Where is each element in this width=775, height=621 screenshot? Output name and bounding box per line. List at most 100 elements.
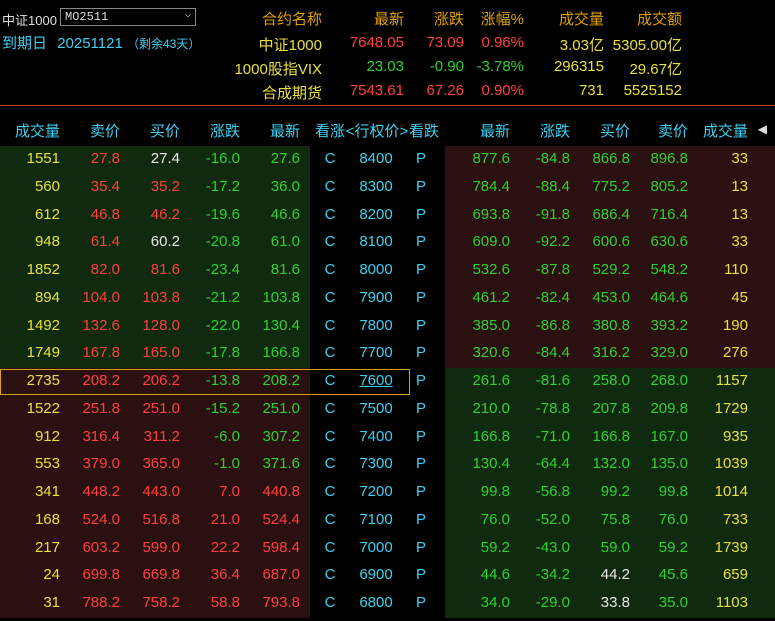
call-marker[interactable]: C [315, 178, 345, 195]
col-put-last[interactable]: 最新 [468, 120, 510, 141]
put-last: 130.4 [472, 455, 510, 473]
put-bid: 600.6 [592, 233, 630, 251]
put-marker[interactable]: P [406, 150, 436, 167]
call-marker[interactable]: C [315, 400, 345, 417]
put-marker[interactable]: P [406, 483, 436, 500]
strike-price[interactable]: 7000 [346, 539, 406, 556]
col-call-last[interactable]: 最新 [258, 120, 300, 141]
put-marker[interactable]: P [406, 317, 436, 334]
triangle-left-icon[interactable]: ◀ [758, 122, 767, 136]
strike-price[interactable]: 6900 [346, 566, 406, 583]
call-bid: 103.8 [142, 288, 180, 306]
put-marker[interactable]: P [406, 344, 436, 361]
table-row[interactable]: 1492 132.6 128.0 -22.0 130.4 385.0 -86.8 380.8 3… [0, 312, 775, 341]
strike-price[interactable]: 7400 [346, 428, 406, 445]
table-row[interactable]: 948 61.4 60.2 -20.8 61.0 609.0 -92.2 600.6 630.6… [0, 229, 775, 257]
table-row[interactable]: 1852 82.0 81.6 -23.4 81.6 532.6 -87.8 529.2 548.… [0, 257, 775, 285]
put-marker[interactable]: P [406, 261, 436, 278]
put-marker[interactable]: P [406, 372, 436, 389]
put-chg: -92.2 [535, 233, 570, 251]
col-call-chg[interactable]: 涨跌 [198, 120, 240, 141]
index-amt: 5525152 [623, 82, 682, 99]
call-chg: -19.6 [205, 205, 240, 223]
put-last: 784.4 [472, 177, 510, 195]
call-marker[interactable]: C [315, 206, 345, 223]
table-row[interactable]: 168 524.0 516.8 21.0 524.4 76.0 -52.0 75.8 76.0 7… [0, 506, 775, 535]
strike-price[interactable]: 7200 [346, 483, 406, 500]
strike-price[interactable]: 8200 [346, 206, 406, 223]
call-marker[interactable]: C [315, 455, 345, 472]
col-put-ask[interactable]: 卖价 [646, 120, 688, 141]
table-row[interactable]: 553 379.0 365.0 -1.0 371.6 130.4 -64.4 132.0 135… [0, 451, 775, 479]
call-marker[interactable]: C [315, 150, 345, 167]
table-row[interactable]: 1522 251.8 251.0 -15.2 251.0 210.0 -78.8 207.8 2… [0, 395, 775, 424]
call-marker[interactable]: C [315, 344, 345, 361]
chevron-down-icon[interactable]: ⌵ [185, 9, 191, 23]
col-call-bid[interactable]: 买价 [138, 120, 180, 141]
strike-price[interactable]: 8000 [346, 261, 406, 278]
table-row[interactable]: 2735 208.2 206.2 -13.8 208.2 261.6 -81.6 258.0 2… [0, 368, 775, 396]
strike-price[interactable]: 7700 [346, 344, 406, 361]
strike-price[interactable]: 8300 [346, 178, 406, 195]
table-row[interactable]: 1551 27.8 27.4 -16.0 27.6 877.6 -84.8 866.8 896.… [0, 146, 775, 174]
put-marker[interactable]: P [406, 178, 436, 195]
col-amount: 成交额 [636, 11, 682, 28]
strike-price[interactable]: 6800 [346, 594, 406, 611]
put-marker[interactable]: P [406, 428, 436, 445]
table-row[interactable]: 894 104.0 103.8 -21.2 103.8 461.2 -82.4 453.0 46… [0, 284, 775, 313]
expiry-remaining: （剩余43天） [126, 37, 201, 51]
put-marker[interactable]: P [406, 594, 436, 611]
col-last: 最新 [373, 11, 404, 28]
call-marker[interactable]: C [315, 566, 345, 583]
call-chg: -6.0 [214, 427, 240, 445]
call-last: 166.8 [262, 344, 300, 362]
strike-price[interactable]: 7100 [346, 511, 406, 528]
strike-price[interactable]: 7300 [346, 455, 406, 472]
col-put-bid[interactable]: 买价 [588, 120, 630, 141]
call-marker[interactable]: C [315, 594, 345, 611]
table-row[interactable]: 1749 167.8 165.0 -17.8 166.8 320.6 -84.4 316.2 3… [0, 340, 775, 368]
put-marker[interactable]: P [406, 511, 436, 528]
put-chg: -82.4 [535, 288, 570, 306]
put-volume: 1103 [715, 594, 748, 611]
col-strike[interactable]: <行权价> [344, 120, 410, 141]
put-marker[interactable]: P [406, 400, 436, 417]
index-amt: 5305.00亿 [612, 37, 682, 54]
put-volume: 1039 [714, 455, 748, 473]
table-row[interactable]: 341 448.2 443.0 7.0 440.8 99.8 -56.8 99.2 99.8 10… [0, 479, 775, 507]
col-call-ask[interactable]: 卖价 [78, 120, 120, 141]
table-row[interactable]: 912 316.4 311.2 -6.0 307.2 166.8 -71.0 166.8 167… [0, 423, 775, 452]
call-marker[interactable]: C [315, 428, 345, 445]
put-marker[interactable]: P [406, 206, 436, 223]
col-call-volume[interactable]: 成交量 [12, 120, 60, 141]
strike-price[interactable]: 8100 [346, 233, 406, 250]
index-last: 7543.61 [349, 82, 404, 99]
call-marker[interactable]: C [315, 261, 345, 278]
call-marker[interactable]: C [315, 233, 345, 250]
table-row[interactable]: 560 35.4 35.2 -17.2 36.0 784.4 -88.4 775.2 805.2… [0, 173, 775, 202]
put-ask: 464.6 [650, 288, 688, 306]
col-put-volume[interactable]: 成交量 [700, 120, 748, 141]
strike-price[interactable]: 7500 [346, 400, 406, 417]
table-row[interactable]: 612 46.8 46.2 -19.6 46.6 693.8 -91.8 686.4 716.4… [0, 201, 775, 230]
put-marker[interactable]: P [406, 289, 436, 306]
contract-select[interactable]: MO2511 ⌵ [60, 8, 196, 26]
table-row[interactable]: 31 788.2 758.2 58.8 793.8 34.0 -29.0 33.8 35.0 11… [0, 590, 775, 618]
put-marker[interactable]: P [406, 539, 436, 556]
call-marker[interactable]: C [315, 539, 345, 556]
strike-price[interactable]: 7800 [346, 317, 406, 334]
call-marker[interactable]: C [315, 511, 345, 528]
col-put-chg[interactable]: 涨跌 [528, 120, 570, 141]
index-name: 合成期货 [261, 85, 322, 102]
call-marker[interactable]: C [315, 317, 345, 334]
put-marker[interactable]: P [406, 455, 436, 472]
strike-price[interactable]: 8400 [346, 150, 406, 167]
strike-price[interactable]: 7900 [346, 289, 406, 306]
put-marker[interactable]: P [406, 566, 436, 583]
call-marker[interactable]: C [315, 483, 345, 500]
col-put-marker[interactable]: 看跌 [404, 120, 444, 141]
table-row[interactable]: 217 603.2 599.0 22.2 598.4 59.2 -43.0 59.0 59.2 1… [0, 534, 775, 563]
table-row[interactable]: 24 699.8 669.8 36.4 687.0 44.6 -34.2 44.2 45.6 65… [0, 562, 775, 590]
call-marker[interactable]: C [315, 289, 345, 306]
put-marker[interactable]: P [406, 233, 436, 250]
